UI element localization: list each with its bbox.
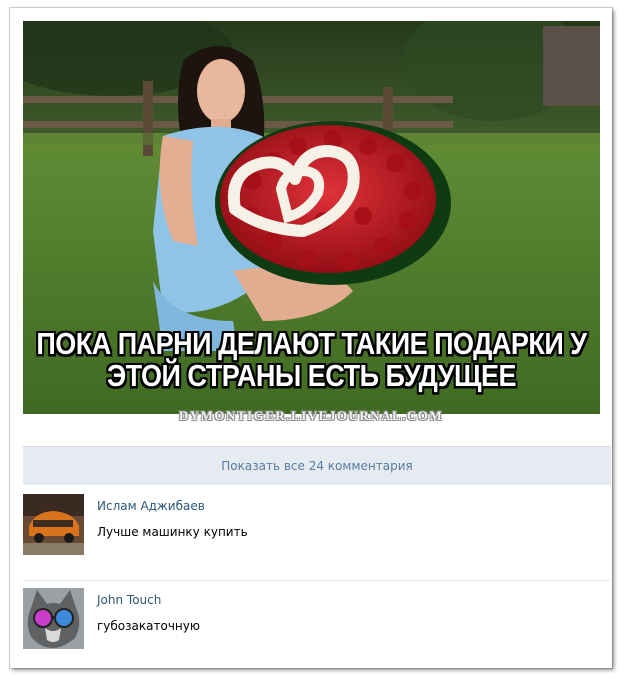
- cat-avatar-icon: [23, 588, 84, 649]
- show-all-comments-button[interactable]: Показать все 24 комментария: [23, 446, 611, 485]
- comment-divider: [23, 580, 611, 581]
- post-card: ПОКА ПАРНИ ДЕЛАЮТ ТАКИЕ ПОДАРКИ У ЭТОЙ С…: [10, 8, 612, 668]
- car-avatar-icon: [23, 494, 84, 555]
- comment-text: губозакаточную: [97, 619, 200, 633]
- post-photo[interactable]: ПОКА ПАРНИ ДЕЛАЮТ ТАКИЕ ПОДАРКИ У ЭТОЙ С…: [23, 21, 600, 414]
- comment-text: Лучше машинку купить: [97, 525, 248, 539]
- comment-author[interactable]: John Touch: [97, 593, 161, 607]
- watermark-text: DYMONTIGER.LIVEJOURNAL.COM: [178, 408, 444, 423]
- car-photo-avatar[interactable]: [23, 494, 84, 555]
- photo-caption-line-2: ЭТОЙ СТРАНЫ ЕСТЬ БУДУЩЕЕ: [106, 359, 517, 393]
- photo-caption-line-1: ПОКА ПАРНИ ДЕЛАЮТ ТАКИЕ ПОДАРКИ У: [36, 327, 587, 361]
- comment-author[interactable]: Ислам Аджибаев: [97, 499, 205, 513]
- cat-sunglasses-avatar[interactable]: [23, 588, 84, 649]
